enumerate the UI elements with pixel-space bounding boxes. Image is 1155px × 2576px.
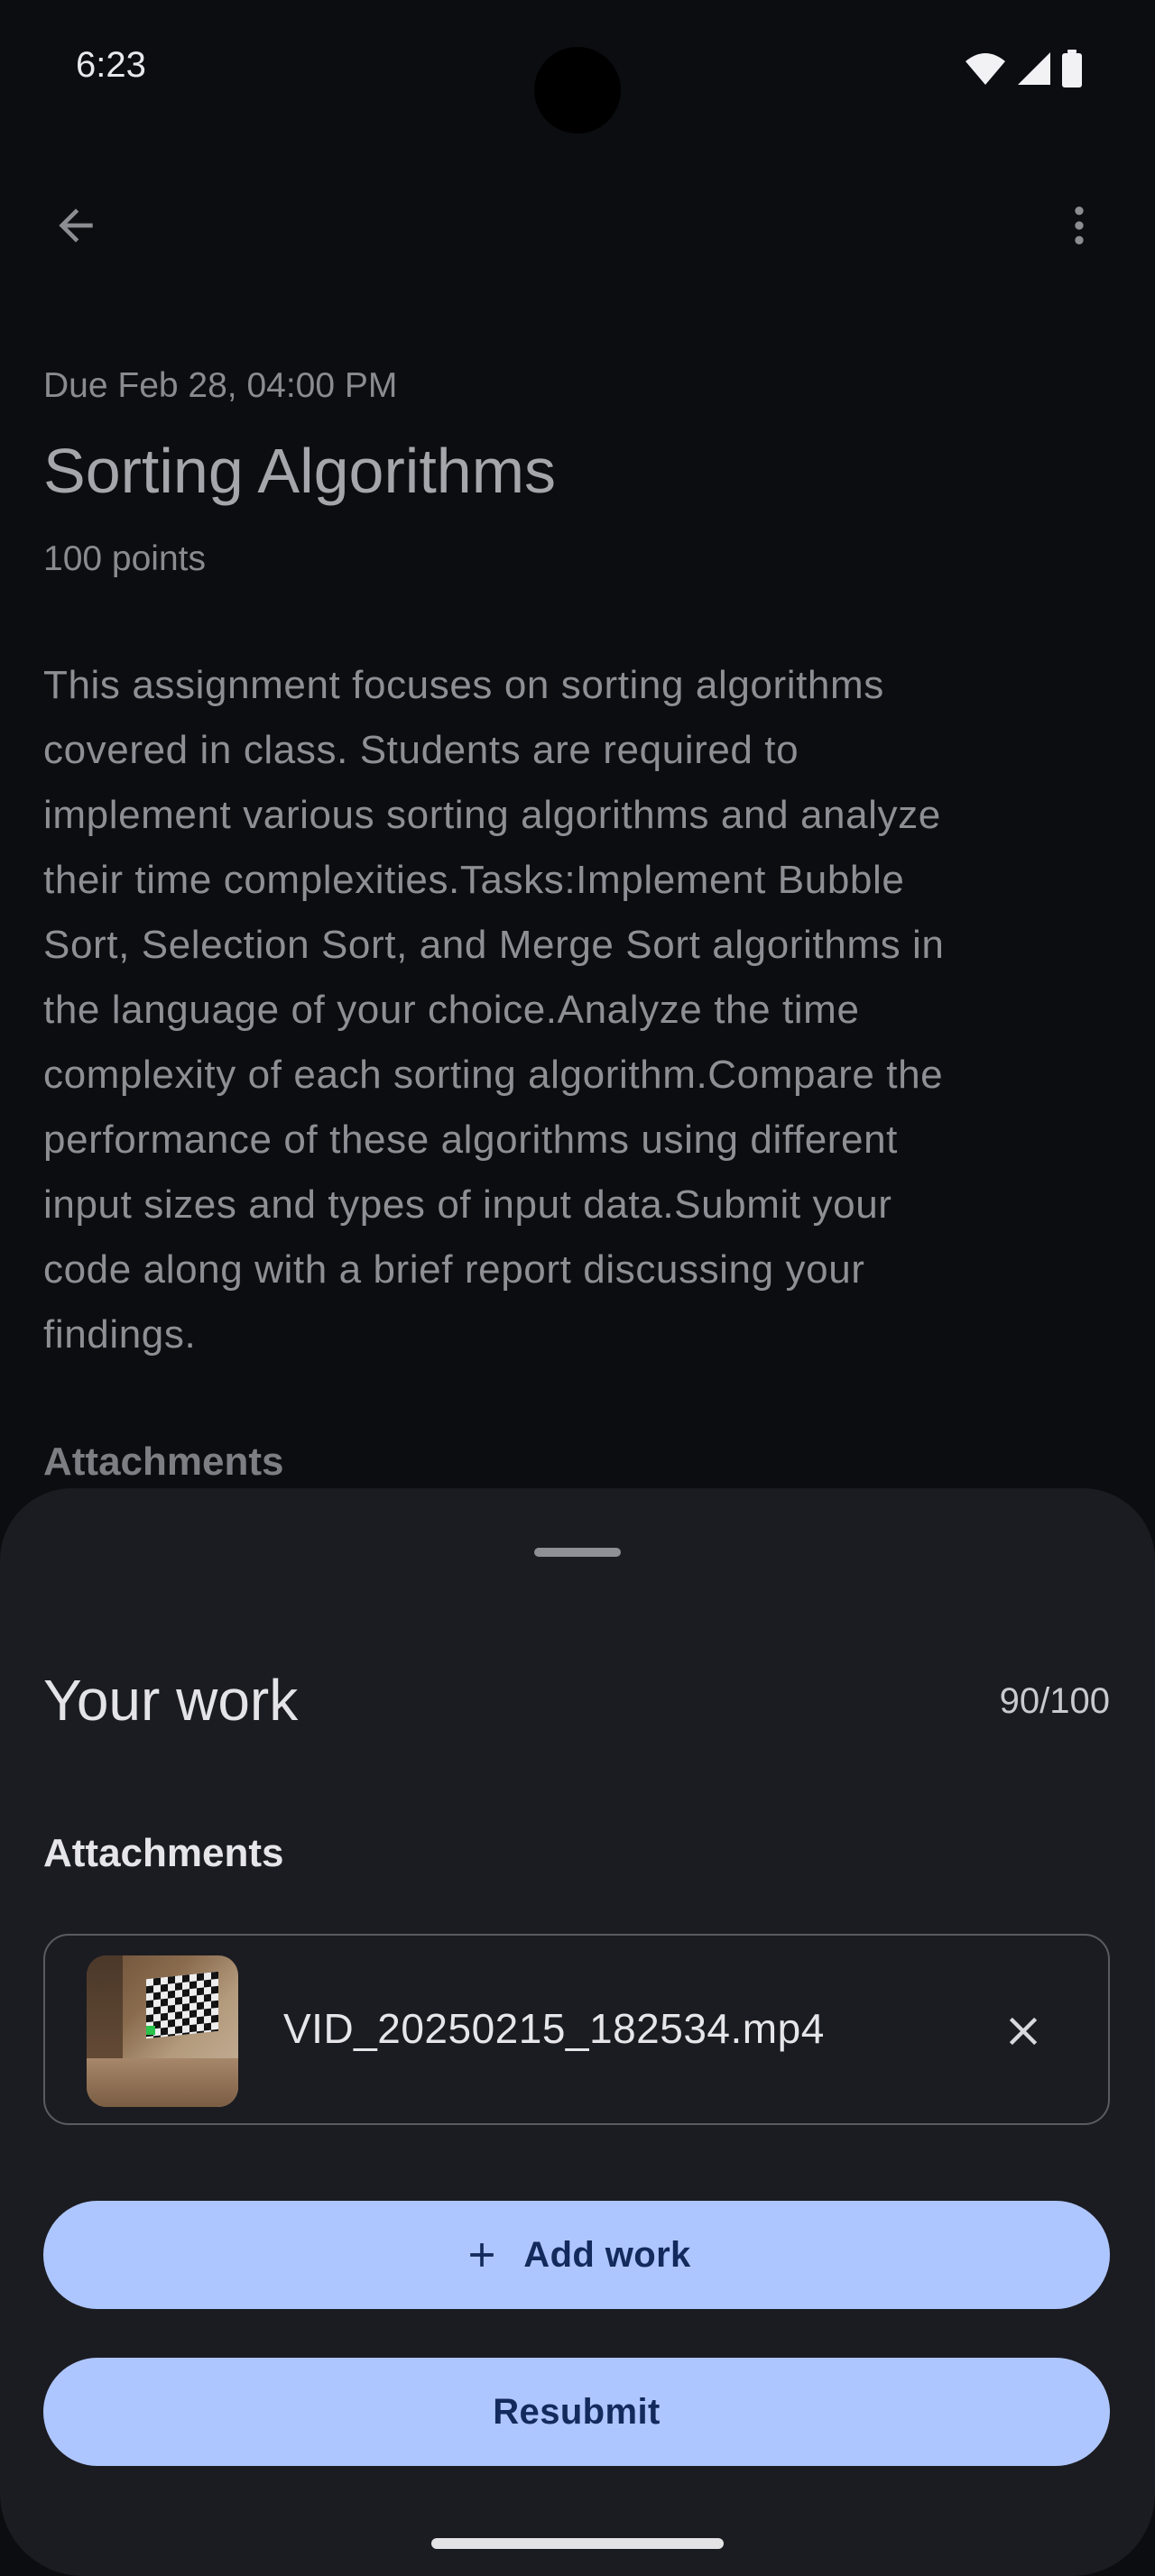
your-work-attachments-heading: Attachments	[43, 1831, 284, 1875]
close-icon	[1009, 2017, 1038, 2046]
plus-icon	[470, 2243, 494, 2267]
due-date: Due Feb 28, 04:00 PM	[43, 366, 398, 405]
assignment-description: This assignment focuses on sorting algor…	[43, 663, 945, 1357]
screen: 6:23 Due Feb 28, 04:00 PM Sorting Algori…	[0, 0, 1155, 2576]
add-work-button[interactable]: Add work	[43, 2201, 1110, 2309]
camera-cutout	[534, 47, 621, 133]
cellular-signal-icon	[1018, 52, 1050, 85]
assignment-attachments-heading: Attachments	[43, 1440, 284, 1484]
gesture-navigation-bar[interactable]	[431, 2538, 724, 2549]
back-button[interactable]	[36, 180, 116, 271]
your-work-title: Your work	[43, 1668, 299, 1733]
more-options-button[interactable]	[1040, 180, 1119, 271]
resubmit-button[interactable]: Resubmit	[43, 2358, 1110, 2466]
remove-attachment-button[interactable]	[980, 1988, 1067, 2075]
battery-icon	[1062, 50, 1082, 87]
add-work-label: Add work	[523, 2234, 691, 2275]
wifi-icon	[966, 53, 1005, 85]
drag-handle[interactable]	[534, 1548, 621, 1557]
arrow-back-icon	[59, 208, 93, 243]
assignment-title: Sorting Algorithms	[43, 436, 557, 506]
your-work-sheet: Your work 90/100 Attachments VID_2025021…	[0, 1488, 1155, 2576]
video-thumbnail	[87, 1955, 238, 2107]
status-time: 6:23	[76, 45, 146, 85]
more-vert-icon	[1075, 207, 1084, 244]
grade-badge: 90/100	[999, 1681, 1110, 1721]
status-icons	[964, 49, 1083, 88]
attachment-file-name: VID_20250215_182534.mp4	[283, 2005, 825, 2052]
assignment-points: 100 points	[43, 539, 206, 578]
attachment-card[interactable]: VID_20250215_182534.mp4	[43, 1934, 1110, 2125]
resubmit-label: Resubmit	[493, 2391, 661, 2432]
